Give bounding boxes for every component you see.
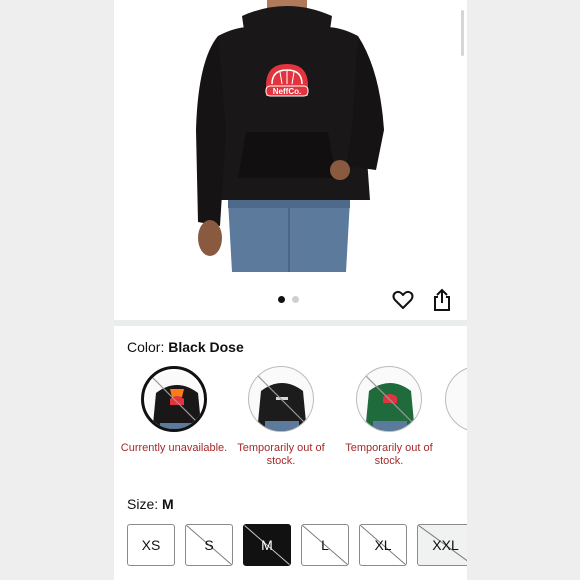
size-option-xxl[interactable]: XXL <box>417 524 467 566</box>
color-swatch-4[interactable] <box>445 366 467 432</box>
color-swatch-3[interactable]: Temporarily out of stock. <box>335 366 443 468</box>
size-label: Size: <box>127 496 159 512</box>
size-option-xs[interactable]: XS <box>127 524 175 566</box>
color-label: Color: <box>127 339 165 355</box>
share-button[interactable] <box>431 288 453 312</box>
color-selected-value: Black Dose <box>168 339 244 355</box>
heart-icon <box>392 290 414 309</box>
size-options: XS S M L XL XXL <box>127 524 467 566</box>
size-option-label: M <box>261 537 273 553</box>
size-option-l[interactable]: L <box>301 524 349 566</box>
logo-text: NeffCo. <box>273 87 301 96</box>
image-controls <box>114 272 467 320</box>
product-image[interactable]: NeffCo. <box>114 0 467 272</box>
image-scrollbar[interactable] <box>461 10 464 56</box>
hoodie-model-image: NeffCo. <box>196 0 384 272</box>
size-option-xl[interactable]: XL <box>359 524 407 566</box>
wishlist-button[interactable] <box>391 288 415 312</box>
size-heading: Size: M <box>127 496 174 512</box>
size-option-label: S <box>204 537 214 553</box>
color-swatch-image <box>356 366 422 432</box>
carousel-dots <box>278 296 299 303</box>
color-heading: Color: Black Dose <box>127 339 244 355</box>
size-option-label: XXL <box>432 537 459 553</box>
size-option-label: XL <box>374 537 392 553</box>
section-divider <box>114 320 467 326</box>
color-status: Temporarily out of stock. <box>237 442 325 467</box>
color-swatch-image <box>141 366 207 432</box>
color-swatch-image <box>445 366 467 432</box>
carousel-dot-1[interactable] <box>278 296 285 303</box>
product-page: NeffCo. Color: Black Dose Currently unav… <box>114 0 467 580</box>
color-swatch-2[interactable]: Temporarily out of stock. <box>227 366 335 468</box>
size-option-m[interactable]: M <box>243 524 291 566</box>
color-swatch-1[interactable]: Currently unavailable. <box>120 366 228 455</box>
color-status: Currently unavailable. <box>120 442 228 454</box>
size-selected-value: M <box>162 496 174 512</box>
size-option-label: XS <box>141 537 161 553</box>
color-swatch-image <box>248 366 314 432</box>
color-status: Temporarily out of stock. <box>345 442 433 467</box>
size-option-label: L <box>321 537 329 553</box>
size-option-s[interactable]: S <box>185 524 233 566</box>
share-icon <box>434 288 450 311</box>
carousel-dot-2[interactable] <box>292 296 299 303</box>
